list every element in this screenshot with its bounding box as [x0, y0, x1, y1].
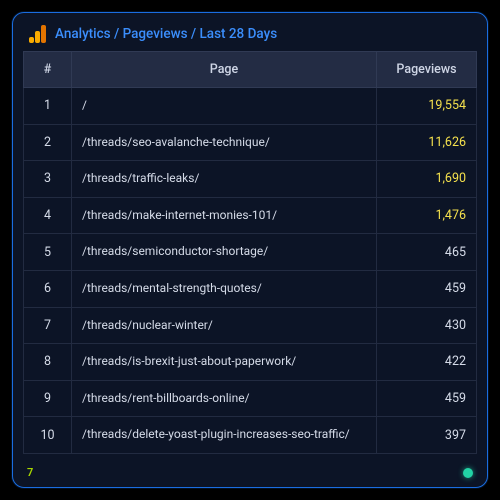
cell-rank: 2: [24, 124, 72, 161]
table-row[interactable]: 8/threads/is-brexit-just-about-paperwork…: [24, 344, 477, 381]
cell-rank: 6: [24, 270, 72, 307]
table-row[interactable]: 6/threads/mental-strength-quotes/459: [24, 270, 477, 307]
table-row[interactable]: 3/threads/traffic-leaks/1,690: [24, 161, 477, 198]
column-header-views[interactable]: Pageviews: [377, 52, 477, 88]
cell-page: /threads/traffic-leaks/: [72, 161, 377, 198]
cell-rank: 3: [24, 161, 72, 198]
cell-pageviews: 1,690: [377, 161, 477, 198]
table-row[interactable]: 5/threads/semiconductor-shortage/465: [24, 234, 477, 271]
table-row[interactable]: 7/threads/nuclear-winter/430: [24, 307, 477, 344]
table-row[interactable]: 10/threads/delete-yoast-plugin-increases…: [24, 417, 477, 454]
cell-pageviews: 459: [377, 380, 477, 417]
cell-pageviews: 397: [377, 417, 477, 454]
cell-rank: 9: [24, 380, 72, 417]
google-analytics-icon: [29, 25, 47, 43]
cell-page: /threads/nuclear-winter/: [72, 307, 377, 344]
cell-pageviews: 459: [377, 270, 477, 307]
cell-pageviews: 11,626: [377, 124, 477, 161]
column-header-page[interactable]: Page: [72, 52, 377, 88]
cell-page: /threads/rent-billboards-online/: [72, 380, 377, 417]
cell-page: /threads/delete-yoast-plugin-increases-s…: [72, 417, 377, 454]
table-row[interactable]: 1/19,554: [24, 88, 477, 125]
cell-pageviews: 1,476: [377, 197, 477, 234]
cell-pageviews: 465: [377, 234, 477, 271]
page-number: 7: [27, 466, 33, 479]
table-container: # Page Pageviews 1/19,5542/threads/seo-a…: [13, 51, 487, 462]
breadcrumb: Analytics / Pageviews / Last 28 Days: [55, 26, 277, 42]
table-row[interactable]: 9/threads/rent-billboards-online/459: [24, 380, 477, 417]
status-indicator: [463, 468, 473, 478]
cell-rank: 4: [24, 197, 72, 234]
cell-page: /threads/semiconductor-shortage/: [72, 234, 377, 271]
panel-footer: 7: [13, 462, 487, 487]
column-header-rank[interactable]: #: [24, 52, 72, 88]
cell-page: /threads/make-internet-monies-101/: [72, 197, 377, 234]
cell-page: /threads/is-brexit-just-about-paperwork/: [72, 344, 377, 381]
cell-pageviews: 19,554: [377, 88, 477, 125]
cell-rank: 8: [24, 344, 72, 381]
cell-page: /threads/mental-strength-quotes/: [72, 270, 377, 307]
cell-rank: 10: [24, 417, 72, 454]
table-row[interactable]: 4/threads/make-internet-monies-101/1,476: [24, 197, 477, 234]
cell-pageviews: 422: [377, 344, 477, 381]
cell-rank: 5: [24, 234, 72, 271]
cell-page: /threads/seo-avalanche-technique/: [72, 124, 377, 161]
cell-page: /: [72, 88, 377, 125]
cell-pageviews: 430: [377, 307, 477, 344]
panel-header: Analytics / Pageviews / Last 28 Days: [13, 13, 487, 51]
table-row[interactable]: 2/threads/seo-avalanche-technique/11,626: [24, 124, 477, 161]
pageviews-table: # Page Pageviews 1/19,5542/threads/seo-a…: [23, 51, 477, 454]
cell-rank: 1: [24, 88, 72, 125]
cell-rank: 7: [24, 307, 72, 344]
analytics-panel: Analytics / Pageviews / Last 28 Days # P…: [12, 12, 488, 488]
